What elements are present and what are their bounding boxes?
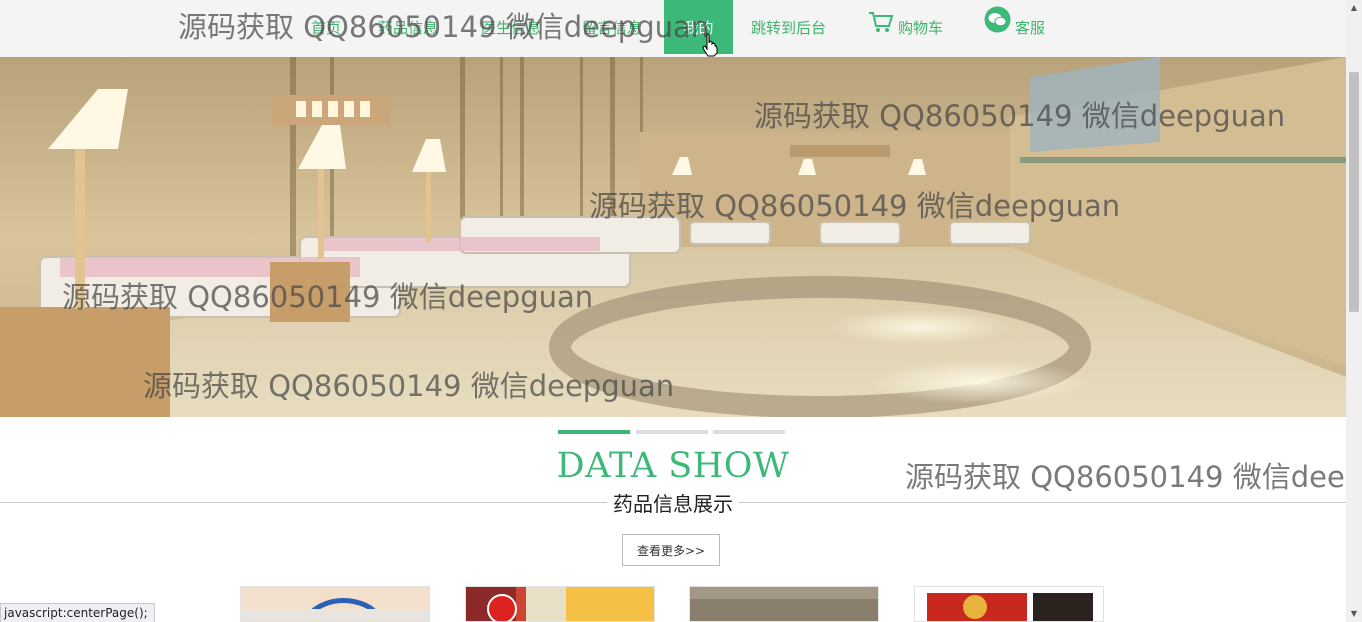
product-card[interactable]: [240, 586, 430, 622]
nav-medicine-info[interactable]: 药品信息: [378, 0, 438, 57]
scroll-up-arrow-icon[interactable]: ▲: [1346, 0, 1362, 16]
nav-go-admin[interactable]: 跳转到后台: [751, 0, 826, 57]
nav-cart[interactable]: 购物车: [868, 0, 943, 57]
browser-status-bar: javascript:centerPage();: [0, 603, 155, 622]
section-title-en: DATA SHOW: [556, 446, 790, 486]
top-nav: 首页 药品信息 医生信息 留言信息 我的 跳转到后台 购物车 客服: [0, 0, 1346, 57]
product-card[interactable]: [465, 586, 655, 622]
nav-message-info[interactable]: 留言信息: [582, 0, 642, 57]
nav-home[interactable]: 首页: [311, 0, 341, 57]
wechat-icon: [984, 0, 1011, 57]
product-image: [241, 587, 429, 621]
vertical-scrollbar[interactable]: ▲ ▼: [1346, 0, 1362, 622]
carousel-dot-2[interactable]: [636, 430, 708, 434]
nav-service-label: 客服: [1015, 19, 1046, 37]
product-card[interactable]: [689, 586, 879, 622]
hero-banner[interactable]: [0, 57, 1346, 417]
product-image: [466, 587, 654, 621]
scrollbar-thumb[interactable]: [1349, 72, 1359, 312]
hand-cursor-icon: [702, 33, 718, 61]
carousel-dot-3[interactable]: [713, 430, 785, 434]
scroll-down-arrow-icon[interactable]: ▼: [1346, 606, 1362, 622]
nav-cart-label: 购物车: [898, 19, 944, 37]
section-title-cn: 药品信息展示: [607, 488, 739, 517]
product-image: [690, 587, 878, 621]
nav-doctor-info[interactable]: 医生信息: [481, 0, 541, 57]
product-image: [915, 587, 1103, 621]
product-card[interactable]: [914, 586, 1104, 622]
carousel-dot-1[interactable]: [558, 430, 630, 434]
view-more-button[interactable]: 查看更多>>: [622, 534, 720, 566]
cart-icon: [868, 0, 894, 57]
nav-mine[interactable]: 我的: [664, 0, 733, 54]
hospital-ward-image: [0, 57, 1346, 417]
nav-customer-service[interactable]: 客服: [984, 0, 1045, 57]
